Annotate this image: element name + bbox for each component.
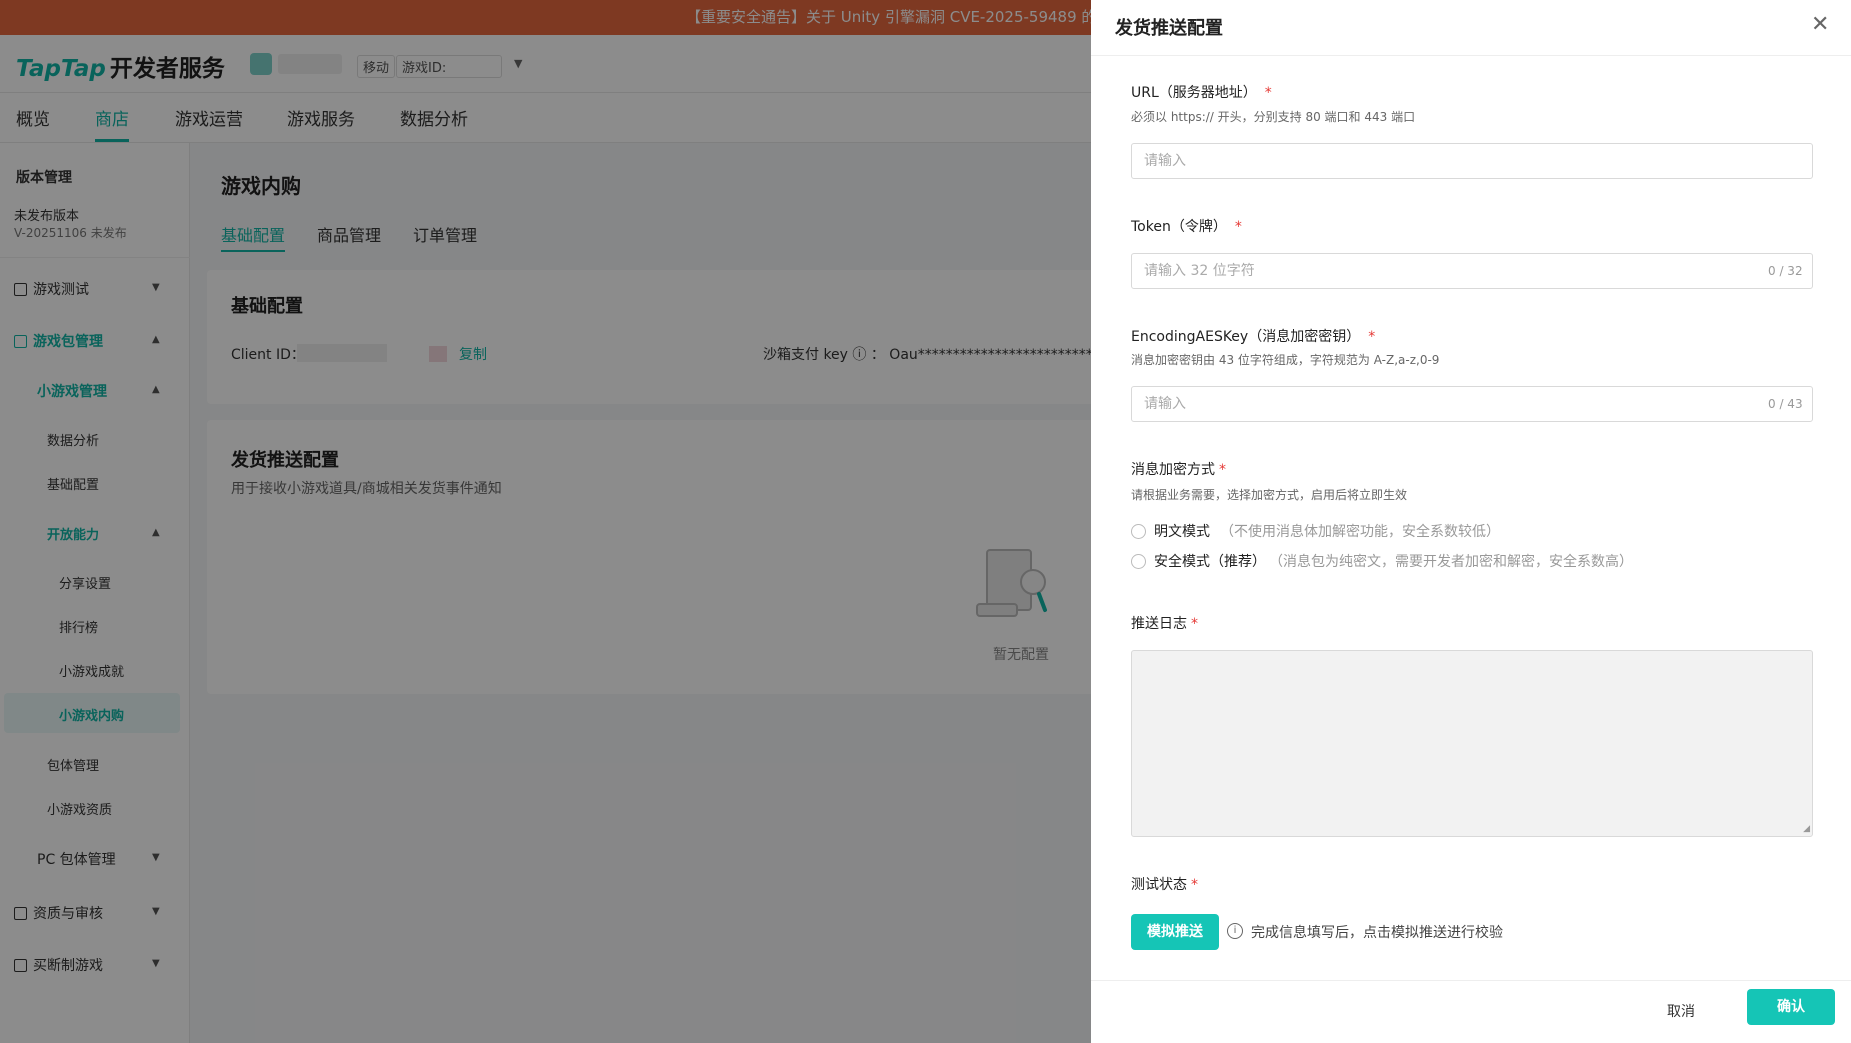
- url-help: 必须以 https:// 开头，分别支持 80 端口和 443 端口: [1131, 110, 1416, 124]
- radio-label: 明文模式: [1154, 524, 1210, 540]
- required-mark: *: [1368, 329, 1376, 345]
- simulate-push-button[interactable]: 模拟推送: [1131, 914, 1219, 950]
- radio-description: （不使用消息体加解密功能，安全系数较低）: [1220, 524, 1500, 540]
- token-label: Token（令牌） *: [1131, 216, 1242, 236]
- aes-key-input[interactable]: [1131, 386, 1813, 422]
- encrypt-mode-label: 消息加密方式 *: [1131, 459, 1226, 479]
- radio-secure-mode[interactable]: 安全模式（推荐） （消息包为纯密文，需要开发者加密和解密，安全系数高）: [1131, 551, 1633, 571]
- push-log-label-text: 推送日志: [1131, 616, 1187, 632]
- radio-button[interactable]: [1131, 524, 1146, 539]
- required-mark: *: [1191, 616, 1198, 632]
- token-input[interactable]: [1131, 253, 1813, 289]
- drawer-header: 发货推送配置 ✕: [1091, 0, 1851, 56]
- info-icon: i: [1227, 923, 1243, 939]
- radio-plaintext-mode[interactable]: 明文模式 （不使用消息体加解密功能，安全系数较低）: [1131, 521, 1500, 541]
- url-label: URL（服务器地址） *: [1131, 82, 1272, 102]
- push-log-label: 推送日志 *: [1131, 613, 1198, 633]
- test-status-label-text: 测试状态: [1131, 877, 1187, 893]
- required-mark: *: [1234, 219, 1242, 235]
- token-char-count: 0 / 32: [1768, 264, 1803, 278]
- drawer-footer: 取消 确认: [1091, 980, 1851, 1043]
- required-mark: *: [1219, 462, 1226, 478]
- close-icon[interactable]: ✕: [1811, 14, 1829, 36]
- token-label-text: Token（令牌）: [1131, 219, 1227, 235]
- test-hint: 完成信息填写后，点击模拟推送进行校验: [1251, 925, 1503, 941]
- aes-key-char-count: 0 / 43: [1768, 397, 1803, 411]
- radio-label: 安全模式（推荐）: [1154, 554, 1266, 570]
- test-status-label: 测试状态 *: [1131, 874, 1198, 894]
- radio-button[interactable]: [1131, 554, 1146, 569]
- resize-handle-icon[interactable]: ◢: [1803, 824, 1810, 834]
- encrypt-mode-help: 请根据业务需要，选择加密方式，启用后将立即生效: [1131, 488, 1408, 502]
- aes-key-help: 消息加密密钥由 43 位字符组成，字符规范为 A-Z,a-z,0-9: [1131, 353, 1440, 367]
- url-label-text: URL（服务器地址）: [1131, 85, 1257, 101]
- drawer-title: 发货推送配置: [1115, 18, 1223, 39]
- radio-description: （消息包为纯密文，需要开发者加密和解密，安全系数高）: [1276, 554, 1633, 570]
- required-mark: *: [1264, 85, 1272, 101]
- url-input[interactable]: [1131, 143, 1813, 179]
- aes-key-label-text: EncodingAESKey（消息加密密钥）: [1131, 329, 1361, 345]
- cancel-button[interactable]: 取消: [1667, 1001, 1695, 1021]
- confirm-button[interactable]: 确认: [1747, 989, 1835, 1025]
- required-mark: *: [1191, 877, 1198, 893]
- encrypt-mode-label-text: 消息加密方式: [1131, 462, 1215, 478]
- push-log-textarea[interactable]: ◢: [1131, 650, 1813, 837]
- push-config-drawer: 发货推送配置 ✕ URL（服务器地址） * 必须以 https:// 开头，分别支…: [1091, 0, 1851, 1043]
- aes-key-label: EncodingAESKey（消息加密密钥） *: [1131, 326, 1375, 346]
